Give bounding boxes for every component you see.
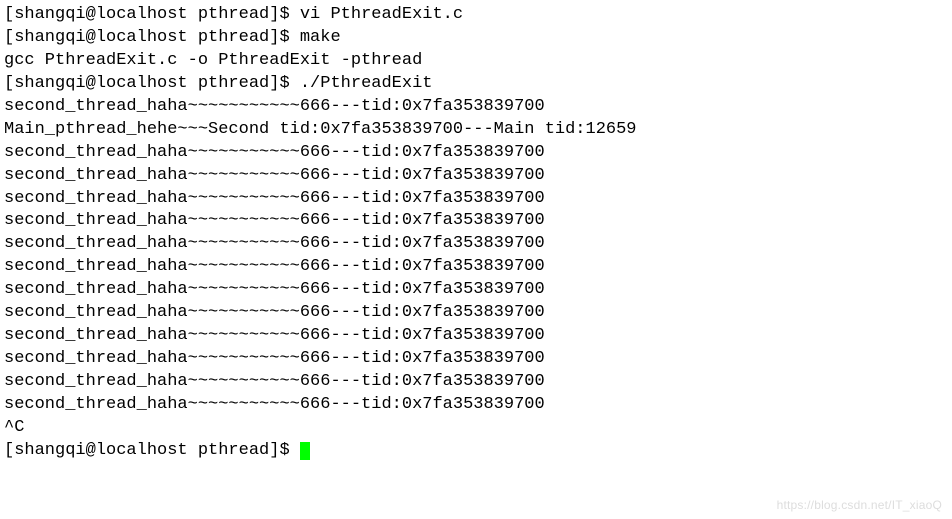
output-second-thread: second_thread_haha~~~~~~~~~~~666---tid:0… (4, 188, 948, 211)
prompt: [shangqi@localhost pthread]$ (4, 441, 300, 460)
command-run: ./PthreadExit (300, 74, 433, 93)
output-main-thread: Main_pthread_hehe~~~Second tid:0x7fa3538… (4, 119, 948, 142)
output-second-thread: second_thread_haha~~~~~~~~~~~666---tid:0… (4, 325, 948, 348)
output-second-thread: second_thread_haha~~~~~~~~~~~666---tid:0… (4, 233, 948, 256)
output-second-thread: second_thread_haha~~~~~~~~~~~666---tid:0… (4, 279, 948, 302)
output-second-thread: second_thread_haha~~~~~~~~~~~666---tid:0… (4, 371, 948, 394)
prompt-line-current[interactable]: [shangqi@localhost pthread]$ (4, 440, 948, 463)
command-vi: vi PthreadExit.c (300, 5, 463, 24)
cursor-icon (300, 442, 310, 460)
output-second-thread: second_thread_haha~~~~~~~~~~~666---tid:0… (4, 348, 948, 371)
prompt: [shangqi@localhost pthread]$ (4, 5, 300, 24)
prompt: [shangqi@localhost pthread]$ (4, 28, 300, 47)
output-interrupt: ^C (4, 417, 948, 440)
output-second-thread: second_thread_haha~~~~~~~~~~~666---tid:0… (4, 256, 948, 279)
prompt: [shangqi@localhost pthread]$ (4, 74, 300, 93)
output-second-thread: second_thread_haha~~~~~~~~~~~666---tid:0… (4, 210, 948, 233)
output-second-thread: second_thread_haha~~~~~~~~~~~666---tid:0… (4, 142, 948, 165)
output-second-thread: second_thread_haha~~~~~~~~~~~666---tid:0… (4, 302, 948, 325)
output-gcc: gcc PthreadExit.c -o PthreadExit -pthrea… (4, 50, 948, 73)
prompt-line: [shangqi@localhost pthread]$ make (4, 27, 948, 50)
terminal[interactable]: [shangqi@localhost pthread]$ vi PthreadE… (4, 4, 948, 463)
prompt-line: [shangqi@localhost pthread]$ ./PthreadEx… (4, 73, 948, 96)
output-second-thread: second_thread_haha~~~~~~~~~~~666---tid:0… (4, 96, 948, 119)
prompt-line: [shangqi@localhost pthread]$ vi PthreadE… (4, 4, 948, 27)
output-second-thread: second_thread_haha~~~~~~~~~~~666---tid:0… (4, 165, 948, 188)
command-make: make (300, 28, 341, 47)
watermark: https://blog.csdn.net/IT_xiaoQ (777, 497, 942, 513)
output-second-thread: second_thread_haha~~~~~~~~~~~666---tid:0… (4, 394, 948, 417)
